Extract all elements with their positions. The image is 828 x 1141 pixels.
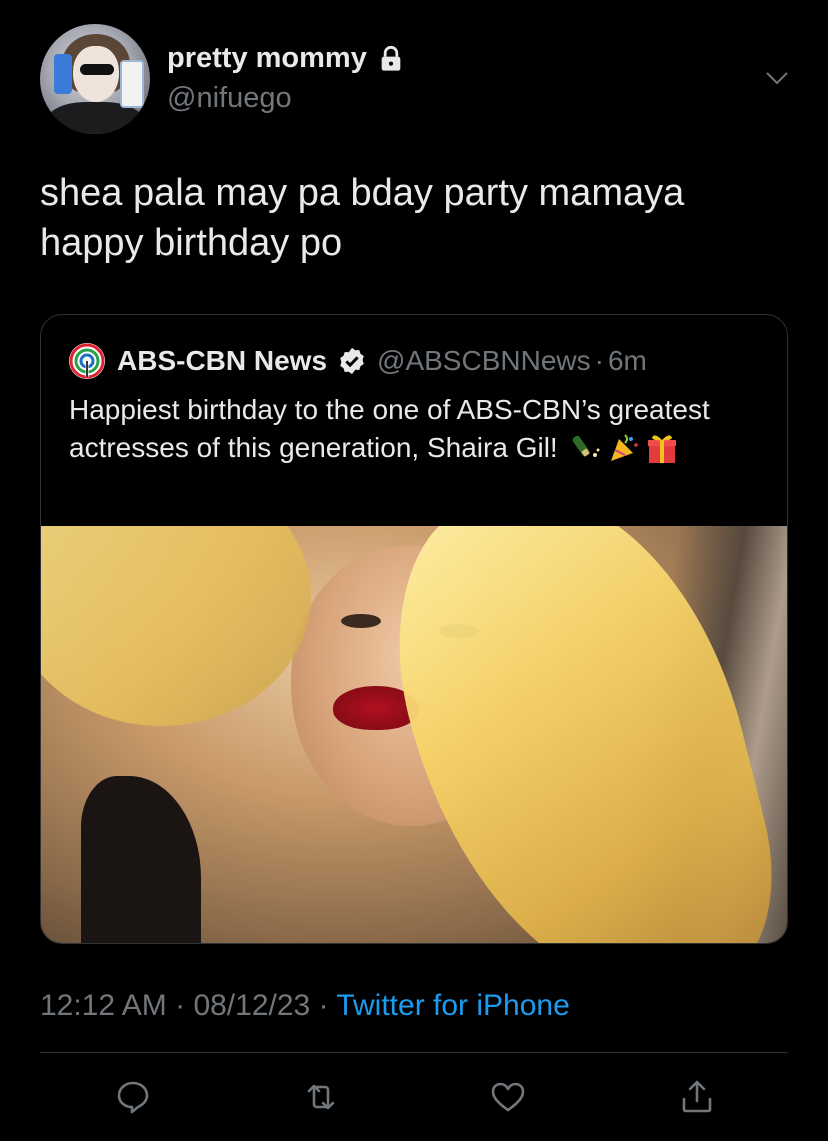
tweet-text: shea pala may pa bday party mamaya happy… (40, 172, 685, 264)
display-name[interactable]: pretty mommy (167, 42, 367, 75)
party-popper-icon (611, 434, 639, 461)
reply-icon[interactable] (113, 1077, 153, 1117)
quoted-tweet[interactable]: ABS-CBN News @ABSCBNNews · 6m Happiest bir… (40, 314, 788, 944)
quoted-handle: @ABSCBNNews (377, 345, 591, 376)
share-icon[interactable] (677, 1077, 717, 1117)
quoted-tweet-text: Happiest birthday to the one of ABS-CBN’… (69, 391, 759, 467)
retweet-icon[interactable] (301, 1077, 341, 1117)
quoted-separator: · (594, 345, 604, 376)
champagne-icon (573, 435, 600, 457)
divider (40, 1052, 788, 1053)
like-heart-icon[interactable] (488, 1077, 528, 1117)
tweet-source-link[interactable]: Twitter for iPhone (336, 989, 569, 1022)
quoted-tweet-header: ABS-CBN News @ABSCBNNews · 6m (67, 341, 647, 381)
quoted-time: 6m (607, 345, 647, 376)
tweet-metadata: 12:12 AM · 08/12/23 · Twitter for iPhone (40, 989, 570, 1023)
quoted-display-name: ABS-CBN News (117, 345, 328, 376)
meta-separator: · (166, 989, 194, 1022)
abs-cbn-logo-icon (69, 343, 105, 379)
tweet-detail: pretty mommy @nifuego shea pala may pa b… (0, 0, 828, 1141)
author-handle[interactable]: @nifuego (167, 82, 292, 115)
lock-icon (381, 45, 401, 71)
gift-icon (648, 435, 677, 463)
verified-badge-icon (340, 347, 364, 375)
chevron-down-icon[interactable] (764, 68, 790, 88)
meta-separator: · (310, 989, 337, 1022)
display-name-row[interactable]: pretty mommy (167, 42, 405, 75)
quoted-tweet-photo[interactable] (41, 526, 787, 943)
avatar[interactable] (40, 24, 150, 134)
tweet-time: 12:12 AM (40, 989, 167, 1022)
tweet-date: 08/12/23 (193, 989, 311, 1022)
